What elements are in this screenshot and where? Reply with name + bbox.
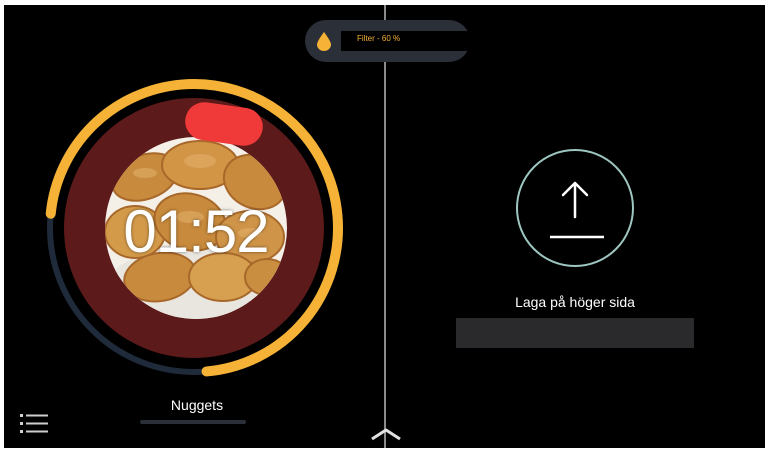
screen: 01:52 Nuggets Filter - 60 % Laga på höge… (4, 5, 765, 448)
program-name[interactable]: Nuggets (144, 397, 250, 413)
chevron-up-icon[interactable] (370, 427, 402, 441)
zone-divider (384, 5, 386, 448)
droplet-icon (317, 32, 331, 51)
right-zone-bar (456, 318, 694, 348)
filter-label: Filter - 60 % (357, 34, 401, 43)
upload-arrow-icon (550, 181, 604, 239)
filter-status[interactable]: Filter - 60 % (305, 20, 474, 62)
timer-countdown: 01:52 (123, 198, 269, 265)
upload-button[interactable] (516, 149, 634, 267)
right-zone-label: Laga på höger sida (515, 294, 635, 310)
filter-cap (468, 33, 474, 49)
program-underline (140, 420, 246, 424)
list-menu-icon[interactable] (20, 413, 50, 435)
